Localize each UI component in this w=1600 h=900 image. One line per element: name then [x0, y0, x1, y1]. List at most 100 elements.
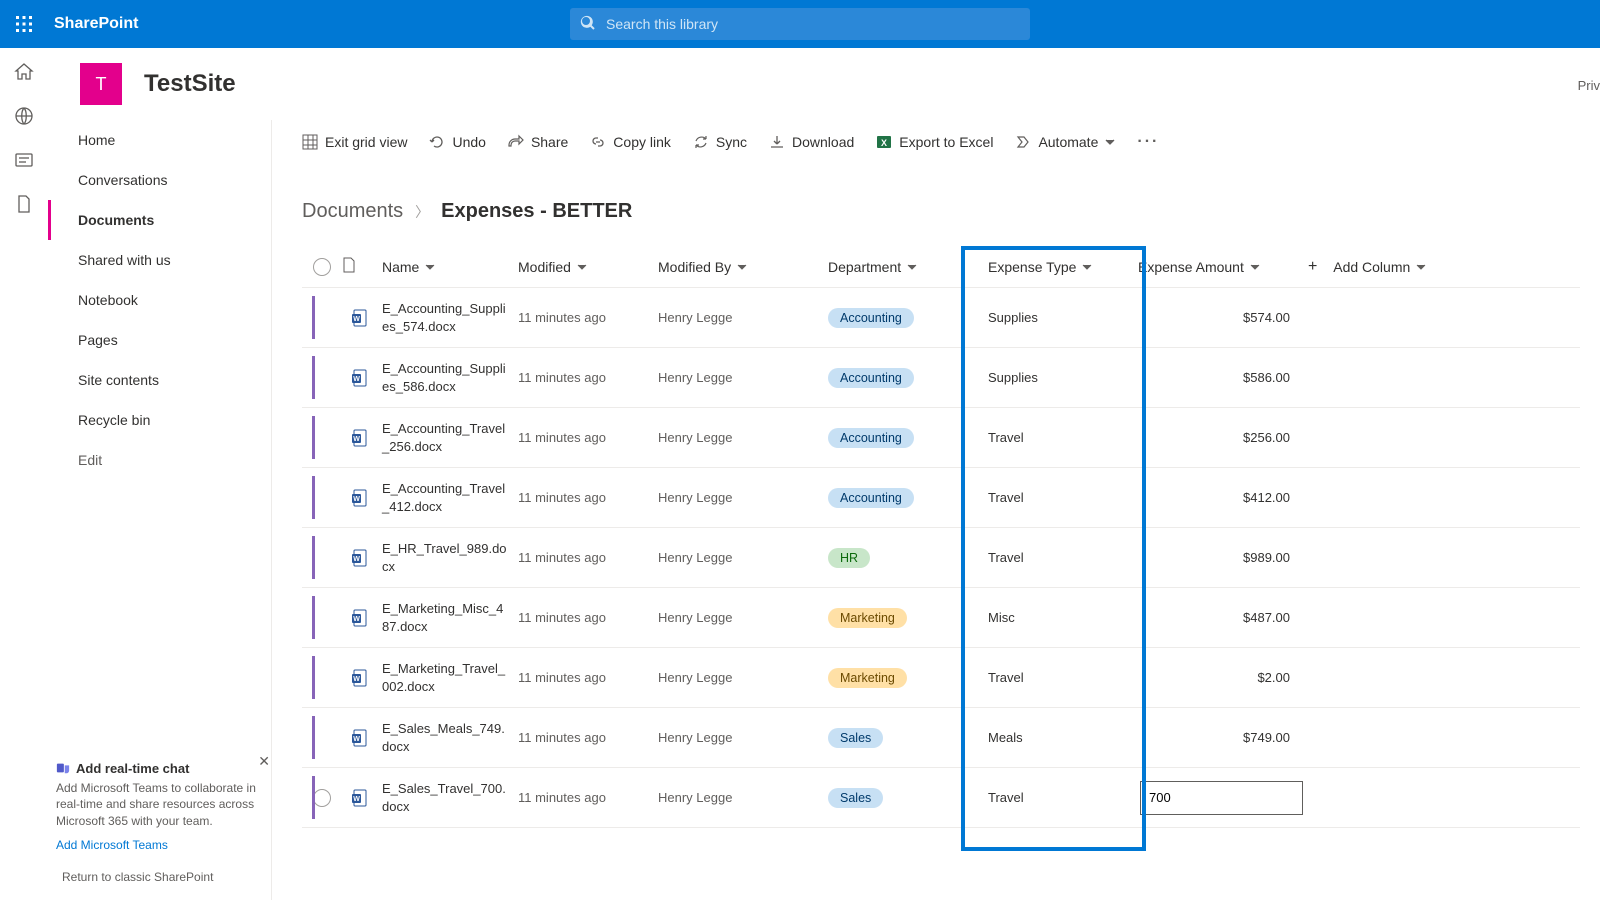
expense-type-cell[interactable]: Travel	[988, 790, 1138, 805]
row-select[interactable]	[302, 789, 342, 807]
site-tile[interactable]: T	[80, 63, 122, 105]
amount-cell[interactable]: $574.00	[1138, 310, 1308, 325]
col-name[interactable]: Name	[378, 259, 518, 275]
table-row[interactable]: W E_Accounting_Supplies_586.docx 11 minu…	[302, 348, 1580, 408]
word-icon: W	[342, 729, 378, 747]
amount-input[interactable]	[1141, 790, 1302, 805]
file-name[interactable]: E_Marketing_Travel_002.docx	[378, 660, 518, 695]
expense-type-cell[interactable]: Supplies	[988, 370, 1138, 385]
amount-cell[interactable]: $487.00	[1138, 610, 1308, 625]
col-filetype[interactable]	[342, 257, 378, 276]
nav-site-contents[interactable]: Site contents	[48, 360, 271, 400]
table-row[interactable]: W E_Accounting_Travel_256.docx 11 minute…	[302, 408, 1580, 468]
department-cell[interactable]: HR	[828, 548, 988, 568]
col-expense-type[interactable]: Expense Type	[988, 259, 1138, 275]
expense-type-cell[interactable]: Travel	[988, 670, 1138, 685]
nav-documents[interactable]: Documents	[48, 200, 271, 240]
sync-icon	[693, 134, 709, 150]
search-input[interactable]	[570, 8, 1030, 40]
table-row[interactable]: W E_Sales_Travel_700.docx 11 minutes ago…	[302, 768, 1580, 828]
export-excel-button[interactable]: XExport to Excel	[876, 134, 993, 150]
nav-notebook[interactable]: Notebook	[48, 280, 271, 320]
nav-conversations[interactable]: Conversations	[48, 160, 271, 200]
file-name[interactable]: E_Accounting_Supplies_586.docx	[378, 360, 518, 395]
automate-button[interactable]: Automate	[1015, 134, 1115, 150]
crumb-root[interactable]: Documents	[302, 200, 403, 223]
table-row[interactable]: W E_HR_Travel_989.docx 11 minutes ago He…	[302, 528, 1580, 588]
download-button[interactable]: Download	[769, 134, 854, 150]
department-cell[interactable]: Marketing	[828, 608, 988, 628]
app-launcher-button[interactable]	[0, 0, 48, 48]
department-cell[interactable]: Accounting	[828, 488, 988, 508]
nav-edit[interactable]: Edit	[48, 440, 271, 480]
expense-type-cell[interactable]: Supplies	[988, 310, 1138, 325]
modified-cell: 11 minutes ago	[518, 670, 658, 685]
sync-button[interactable]: Sync	[693, 134, 747, 150]
department-cell[interactable]: Accounting	[828, 308, 988, 328]
file-name[interactable]: E_Marketing_Misc_487.docx	[378, 600, 518, 635]
amount-cell[interactable]: $989.00	[1138, 550, 1308, 565]
expense-type-cell[interactable]: Travel	[988, 430, 1138, 445]
file-name[interactable]: E_Accounting_Travel_256.docx	[378, 420, 518, 455]
modified-by-cell[interactable]: Henry Legge	[658, 370, 828, 385]
share-button[interactable]: Share	[508, 134, 568, 150]
nav-recycle-bin[interactable]: Recycle bin	[48, 400, 271, 440]
modified-by-cell[interactable]: Henry Legge	[658, 790, 828, 805]
department-cell[interactable]: Accounting	[828, 368, 988, 388]
modified-by-cell[interactable]: Henry Legge	[658, 610, 828, 625]
table-row[interactable]: W E_Sales_Meals_749.docx 11 minutes ago …	[302, 708, 1580, 768]
nav-home[interactable]: Home	[48, 120, 271, 160]
more-button[interactable]: ···	[1137, 133, 1159, 151]
word-icon: W	[342, 429, 378, 447]
files-icon[interactable]	[14, 194, 34, 214]
department-cell[interactable]: Sales	[828, 728, 988, 748]
col-modified-by[interactable]: Modified By	[658, 259, 828, 275]
modified-by-cell[interactable]: Henry Legge	[658, 730, 828, 745]
modified-by-cell[interactable]: Henry Legge	[658, 670, 828, 685]
undo-button[interactable]: Undo	[429, 134, 485, 150]
file-name[interactable]: E_Sales_Meals_749.docx	[378, 720, 518, 755]
amount-cell[interactable]: $412.00	[1138, 490, 1308, 505]
app-rail	[0, 48, 48, 900]
department-cell[interactable]: Sales	[828, 788, 988, 808]
table-row[interactable]: W E_Marketing_Misc_487.docx 11 minutes a…	[302, 588, 1580, 648]
file-name[interactable]: E_Accounting_Travel_412.docx	[378, 480, 518, 515]
modified-by-cell[interactable]: Henry Legge	[658, 310, 828, 325]
amount-cell[interactable]: $586.00	[1138, 370, 1308, 385]
file-name[interactable]: E_HR_Travel_989.docx	[378, 540, 518, 575]
expense-type-cell[interactable]: Meals	[988, 730, 1138, 745]
table-row[interactable]: W E_Accounting_Travel_412.docx 11 minute…	[302, 468, 1580, 528]
file-name[interactable]: E_Accounting_Supplies_574.docx	[378, 300, 518, 335]
expense-type-cell[interactable]: Travel	[988, 490, 1138, 505]
col-modified[interactable]: Modified	[518, 259, 658, 275]
modified-by-cell[interactable]: Henry Legge	[658, 490, 828, 505]
department-cell[interactable]: Accounting	[828, 428, 988, 448]
home-icon[interactable]	[14, 62, 34, 82]
copylink-button[interactable]: Copy link	[590, 134, 671, 150]
nav-pages[interactable]: Pages	[48, 320, 271, 360]
amount-cell[interactable]: $256.00	[1138, 430, 1308, 445]
add-column-button[interactable]: + Add Column	[1308, 258, 1448, 276]
modified-by-cell[interactable]: Henry Legge	[658, 430, 828, 445]
globe-icon[interactable]	[14, 106, 34, 126]
expense-type-cell[interactable]: Misc	[988, 610, 1138, 625]
select-all[interactable]	[302, 258, 342, 276]
department-cell[interactable]: Marketing	[828, 668, 988, 688]
classic-link[interactable]: Return to classic SharePoint	[62, 870, 213, 884]
file-name[interactable]: E_Sales_Travel_700.docx	[378, 780, 518, 815]
exit-grid-button[interactable]: Exit grid view	[302, 134, 407, 150]
news-icon[interactable]	[14, 150, 34, 170]
nav-shared[interactable]: Shared with us	[48, 240, 271, 280]
col-expense-amount[interactable]: Expense Amount	[1138, 259, 1308, 275]
promo-link[interactable]: Add Microsoft Teams	[56, 838, 266, 852]
site-name[interactable]: TestSite	[144, 70, 236, 98]
table-row[interactable]: W E_Accounting_Supplies_574.docx 11 minu…	[302, 288, 1580, 348]
brand-label[interactable]: SharePoint	[54, 15, 138, 33]
modified-by-cell[interactable]: Henry Legge	[658, 550, 828, 565]
col-department[interactable]: Department	[828, 259, 988, 275]
table-row[interactable]: W E_Marketing_Travel_002.docx 11 minutes…	[302, 648, 1580, 708]
expense-type-cell[interactable]: Travel	[988, 550, 1138, 565]
amount-cell[interactable]: $2.00	[1138, 670, 1308, 685]
amount-cell[interactable]: $749.00	[1138, 730, 1308, 745]
close-icon[interactable]: ✕	[258, 753, 270, 770]
